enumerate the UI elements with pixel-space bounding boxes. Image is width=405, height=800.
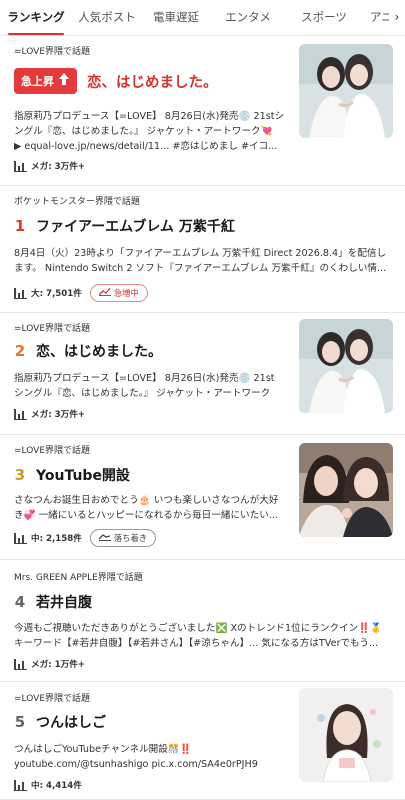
desc-line: 今週もご視聴いただきありがとうございました❎ Xのトレンド1位にランクイン‼️🥇 — [14, 623, 383, 634]
bar-chart-icon — [14, 779, 27, 791]
desc-line: 8月4日（火）23時より「ファイアーエムブレム 万紫千紅 Direct 2026… — [14, 248, 387, 259]
trend-title: YouTube開設 — [36, 468, 130, 484]
rank-number: 5 — [14, 713, 26, 731]
trend-status-badge: 急増中 — [89, 284, 148, 302]
trend-volume: 中: 4,414件 — [14, 779, 82, 791]
trend-thumbnail[interactable] — [299, 44, 393, 138]
trend-status-badge: 落ち着き — [89, 529, 157, 547]
trend-volume: 大: 7,501件 急増中 — [14, 284, 148, 302]
tab-popular-posts[interactable]: 人気ポスト — [72, 0, 142, 35]
arrow-up-icon — [58, 72, 70, 90]
trend-headline: 急上昇 恋、はじめました。 — [14, 68, 218, 94]
desc-line: つんはしごYouTubeチャンネル開設🎊‼️ — [14, 744, 192, 755]
trend-headline: 2 恋、はじめました。 — [14, 341, 162, 361]
volume-label: メガ: 3万件+ — [31, 162, 85, 172]
tab-sports[interactable]: スポーツ — [286, 0, 362, 35]
trend-description: 指原莉乃プロデュース【=LOVE】 8月26日(水)発売💿 21stシ ングル『… — [14, 109, 286, 154]
trend-item-rank-4[interactable]: Mrs. GREEN APPLE界隈で話題 4 若井自腹 今週もご視聴いただきあ… — [0, 560, 405, 682]
trend-title: 恋、はじめました。 — [87, 74, 218, 91]
surge-label: 急上昇 — [21, 75, 54, 88]
desc-line: キーワード【#若井自腹】【#若井さん】【#涼ちゃん】... 気になる方はTVer… — [14, 638, 379, 649]
trend-headline: 4 若井自腹 — [14, 592, 92, 612]
bar-chart-icon — [14, 287, 27, 299]
trend-context: =LOVE界隈で話題 — [14, 446, 91, 456]
desc-line: ます。 Nintendo Switch 2 ソフト『ファイアーエムブレム 万紫千… — [14, 263, 387, 274]
desc-line: 指原莉乃プロデュース【=LOVE】 8月26日(水)発売💿 21stシ — [14, 111, 285, 122]
status-label: 落ち着き — [113, 533, 148, 543]
trend-context: Mrs. GREEN APPLE界隈で話題 — [14, 573, 143, 583]
trend-headline: 1 ファイアーエムブレム 万紫千紅 — [14, 216, 235, 236]
trend-title: つんはしご — [36, 715, 106, 731]
tabs-scroll-more-icon[interactable]: › — [389, 0, 405, 35]
trend-headline: 3 YouTube開設 — [14, 465, 130, 485]
volume-label: 中: 2,158件 — [31, 534, 82, 544]
rank-number: 3 — [14, 466, 26, 484]
trend-item-rank-5[interactable]: =LOVE界隈で話題 5 つんはしご つんはしごYouTubeチャンネル開設🎊‼… — [0, 682, 405, 800]
rank-number: 2 — [14, 342, 26, 360]
trend-description: 8月4日（火）23時より「ファイアーエムブレム 万紫千紅 Direct 2026… — [14, 246, 394, 276]
volume-label: メガ: 3万件+ — [31, 410, 85, 420]
trend-volume: 中: 2,158件 落ち着き — [14, 529, 157, 547]
trend-title: 恋、はじめました。 — [36, 344, 162, 360]
desc-line: シングル『恋、はじめました。』 ジャケット・アートワーク — [14, 388, 271, 399]
trend-description: 指原莉乃プロデュース【=LOVE】 8月26日(水)発売💿 21st シングル『… — [14, 371, 286, 401]
desc-line: 指原莉乃プロデュース【=LOVE】 8月26日(水)発売💿 21st — [14, 373, 275, 384]
trend-context: =LOVE界隈で話題 — [14, 47, 91, 57]
trend-item-rank-2[interactable]: =LOVE界隈で話題 2 恋、はじめました。 指原莉乃プロデュース【=LOVE】… — [0, 313, 405, 435]
trend-context: =LOVE界隈で話題 — [14, 694, 91, 704]
bar-chart-icon — [14, 408, 27, 420]
status-label: 急増中 — [113, 288, 139, 298]
trend-item-rank-1[interactable]: ポケットモンスター界隈で話題 1 ファイアーエムブレム 万紫千紅 8月4日（火）… — [0, 186, 405, 313]
bar-chart-icon — [14, 658, 27, 670]
tab-train-delays[interactable]: 電車遅延 — [142, 0, 210, 35]
volume-label: 大: 7,501件 — [31, 289, 82, 299]
volume-label: 中: 4,414件 — [31, 781, 82, 791]
surge-badge: 急上昇 — [14, 68, 77, 94]
bar-chart-icon — [14, 160, 27, 172]
trend-description: 今週もご視聴いただきありがとうございました❎ Xのトレンド1位にランクイン‼️🥇… — [14, 621, 396, 651]
tab-ranking[interactable]: ランキング — [0, 0, 72, 35]
desc-line: ングル『恋、はじめました。』 ジャケット・アートワーク💘 — [14, 126, 273, 137]
tab-entertainment[interactable]: エンタメ — [210, 0, 286, 35]
desc-line: き💞 一緒にいるとハッピーになれるから毎日一緒にいたい... — [14, 510, 278, 521]
trend-flat-icon — [98, 532, 111, 544]
trend-volume: メガ: 3万件+ — [14, 408, 85, 420]
trend-item-surge[interactable]: =LOVE界隈で話題 急上昇 恋、はじめました。 指原莉乃プロデュース【=LOV… — [0, 36, 405, 186]
trend-up-icon — [98, 287, 111, 299]
bar-chart-icon — [14, 532, 27, 544]
trend-volume: メガ: 1万件+ — [14, 658, 85, 670]
desc-line: youtube.com/@tsunhashigo pic.x.com/SA4e0… — [14, 759, 258, 770]
trend-context: ポケットモンスター界隈で話題 — [14, 197, 140, 207]
trend-context: =LOVE界隈で話題 — [14, 324, 91, 334]
trend-title: ファイアーエムブレム 万紫千紅 — [36, 219, 235, 235]
volume-label: メガ: 1万件+ — [31, 660, 85, 670]
trend-volume: メガ: 3万件+ — [14, 160, 85, 172]
desc-line: ▶ equal-love.jp/news/detail/11... #恋はじめま… — [14, 141, 278, 152]
trend-description: さなつんお誕生日おめでとう🎂 いつも楽しいさなつんが大好 き💞 一緒にいるとハッ… — [14, 493, 286, 523]
trend-description: つんはしごYouTubeチャンネル開設🎊‼️ youtube.com/@tsun… — [14, 742, 286, 772]
rank-number: 4 — [14, 593, 26, 611]
trend-headline: 5 つんはしご — [14, 712, 106, 732]
trend-thumbnail[interactable] — [299, 319, 393, 413]
desc-line: さなつんお誕生日おめでとう🎂 いつも楽しいさなつんが大好 — [14, 495, 279, 506]
rank-number: 1 — [14, 217, 26, 235]
category-tabs: ランキング 人気ポスト 電車遅延 エンタメ スポーツ アニメ・ › — [0, 0, 405, 36]
trend-thumbnail[interactable] — [299, 443, 393, 537]
trend-item-rank-3[interactable]: =LOVE界隈で話題 3 YouTube開設 さなつんお誕生日おめでとう🎂 いつ… — [0, 435, 405, 560]
trend-thumbnail[interactable] — [299, 688, 393, 782]
trend-title: 若井自腹 — [36, 595, 92, 611]
